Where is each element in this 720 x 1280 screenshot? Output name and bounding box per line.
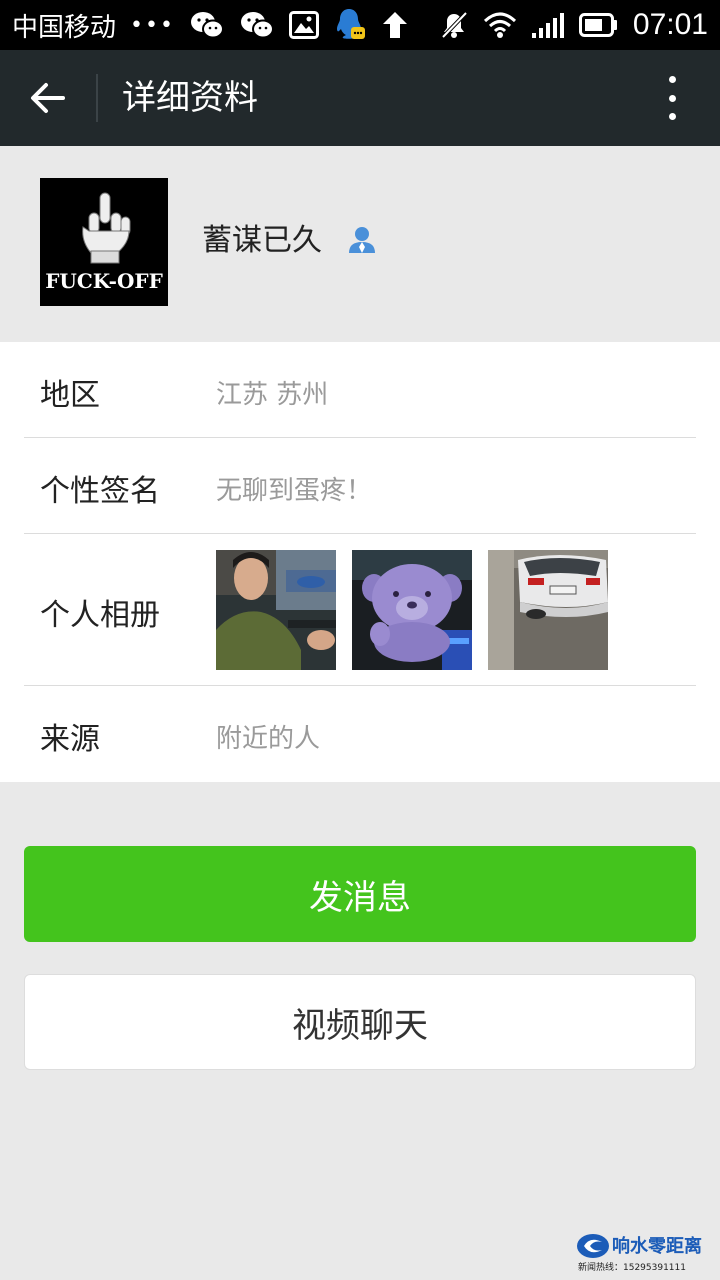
region-row: 地区 江苏 苏州: [24, 342, 696, 438]
mute-icon: [439, 10, 469, 40]
signature-label: 个性签名: [40, 474, 160, 509]
app-bar: 详细资料: [0, 50, 720, 146]
wechat-icon: [239, 10, 275, 40]
watermark-subtitle: 新闻热线：15295391111: [578, 1263, 686, 1273]
album-photos[interactable]: [216, 550, 608, 670]
signature-value: 无聊到蛋疼！: [216, 476, 373, 506]
source-row: 来源 附近的人: [24, 686, 696, 782]
app-bar-divider: [96, 74, 98, 122]
page-title: 详细资料: [122, 78, 258, 118]
send-message-button[interactable]: 发消息: [24, 846, 696, 942]
album-photo-white-car[interactable]: [488, 550, 608, 670]
watermark-title: 响水零距离: [612, 1236, 702, 1257]
back-arrow-icon: [31, 83, 65, 113]
carrier-name: 中国移动: [12, 12, 117, 43]
battery-icon: [578, 12, 619, 38]
watermark-logo: 响水零距离 新闻热线：15295391111: [574, 1232, 714, 1276]
swirl-logo-icon: [577, 1234, 609, 1258]
more-options-button[interactable]: [660, 76, 684, 120]
person-icon: [346, 224, 378, 260]
album-row[interactable]: 个人相册: [24, 534, 696, 686]
qq-icon: [333, 7, 367, 43]
region-label: 地区: [40, 378, 100, 413]
source-value: 附近的人: [216, 724, 321, 754]
album-label: 个人相册: [40, 598, 160, 633]
video-chat-button[interactable]: 视频聊天: [24, 974, 696, 1070]
profile-header: FUCK-OFF 蓄谋已久: [0, 146, 720, 342]
avatar[interactable]: FUCK-OFF: [40, 178, 168, 306]
back-button[interactable]: [22, 72, 74, 124]
more-vertical-icon: [668, 76, 676, 83]
region-value: 江苏 苏州: [216, 380, 329, 410]
wifi-icon: [483, 11, 517, 39]
wechat-icon: [189, 10, 225, 40]
upload-arrow-icon: [381, 10, 409, 40]
avatar-text: FUCK-OFF: [45, 269, 163, 293]
signature-row: 个性签名 无聊到蛋疼！: [24, 438, 696, 534]
source-label: 来源: [40, 722, 100, 757]
image-icon: [288, 11, 319, 39]
overflow-dots: •••: [130, 12, 175, 38]
hand-gesture-icon: [82, 192, 131, 264]
album-photo-purple-bear[interactable]: [352, 550, 472, 670]
album-photo-person-in-car[interactable]: [216, 550, 336, 670]
profile-info-list: 地区 江苏 苏州 个性签名 无聊到蛋疼！ 个人相册 来源 附近的人: [0, 342, 720, 782]
signal-icon: [531, 11, 565, 39]
profile-name: 蓄谋已久: [202, 223, 322, 258]
clock: 07:01: [632, 8, 708, 41]
status-bar: 中国移动 ••• 07:01: [0, 0, 720, 50]
